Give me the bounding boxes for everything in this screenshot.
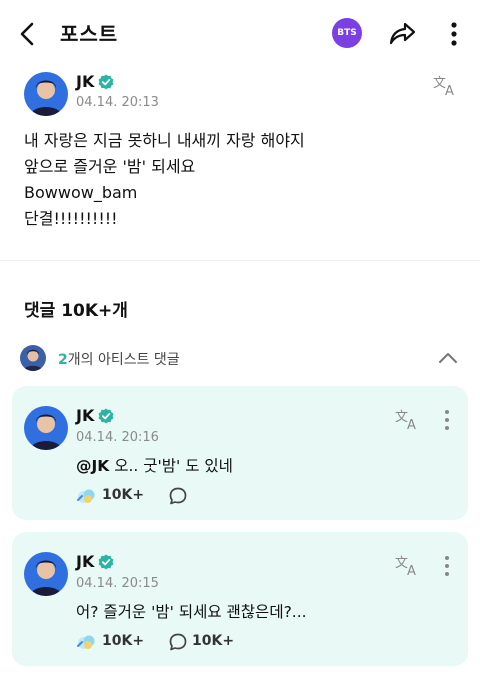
- svg-text:A: A: [445, 84, 454, 98]
- like-icon: [77, 489, 95, 503]
- comment-text: @JK 오.. 굿'밤' 도 있네: [76, 454, 233, 476]
- svg-text:A: A: [407, 418, 416, 432]
- reply-count: 10K+: [192, 633, 235, 649]
- comment-timestamp: 04.14. 20:15: [76, 576, 159, 591]
- comment-body: 오.. 굿'밤' 도 있네: [109, 457, 233, 475]
- comment-icon: [169, 487, 187, 505]
- more-vertical-icon[interactable]: [444, 18, 464, 50]
- community-badge[interactable]: BTS: [332, 18, 362, 48]
- artist-comments-text: 개의 아티스트 댓글: [67, 352, 180, 368]
- like-count: 10K+: [102, 487, 145, 503]
- post-timestamp: 04.14. 20:13: [76, 95, 159, 110]
- verified-icon: [98, 74, 114, 90]
- like-button[interactable]: 10K+: [76, 630, 156, 654]
- comment-author-name[interactable]: JK: [76, 552, 94, 571]
- comment-icon: [169, 633, 187, 651]
- share-icon[interactable]: [387, 17, 419, 49]
- comment-text: 어? 즐거운 '밤' 되세요 괜찮은데?...: [76, 600, 307, 622]
- avatar: [20, 345, 46, 371]
- translate-icon[interactable]: 文 A: [432, 74, 460, 98]
- verified-icon: [98, 554, 114, 570]
- artist-comments-label: 2개의 아티스트 댓글: [58, 349, 180, 369]
- artist-comments-toggle[interactable]: 2개의 아티스트 댓글: [0, 340, 480, 376]
- comment-card: JK 04.14. 20:16 文 A @JK 오.. 굿'밤' 도 있네 10…: [12, 386, 468, 520]
- comment-timestamp: 04.14. 20:16: [76, 430, 159, 445]
- post-line: 내 자랑은 지금 못하니 내새끼 자랑 해야지: [24, 131, 305, 150]
- more-vertical-icon[interactable]: [442, 554, 452, 578]
- comment-author-name[interactable]: JK: [76, 406, 94, 425]
- like-icon: [77, 635, 95, 649]
- like-count: 10K+: [102, 633, 145, 649]
- page-title: 포스트: [60, 22, 119, 46]
- artist-comment-count: 2: [58, 352, 68, 368]
- back-arrow-icon[interactable]: [14, 20, 42, 48]
- more-vertical-icon[interactable]: [442, 408, 452, 432]
- verified-icon: [98, 408, 114, 424]
- comment-card: JK 04.14. 20:15 文 A 어? 즐거운 '밤' 되세요 괜찮은데?…: [12, 532, 468, 666]
- reply-button[interactable]: 10K+: [168, 630, 248, 654]
- mention[interactable]: @JK: [76, 457, 109, 475]
- chevron-up-icon[interactable]: [436, 348, 460, 368]
- divider: [0, 260, 480, 261]
- svg-text:A: A: [407, 564, 416, 578]
- post-author-name[interactable]: JK: [76, 72, 94, 91]
- comments-count-heading: 댓글 10K+개: [24, 301, 128, 321]
- avatar[interactable]: [24, 552, 68, 596]
- avatar[interactable]: [24, 406, 68, 450]
- reply-button[interactable]: [168, 484, 192, 508]
- translate-icon[interactable]: 文 A: [394, 554, 422, 578]
- comment-body: 어? 즐거운 '밤' 되세요 괜찮은데?...: [76, 603, 307, 621]
- post-line: 앞으로 즐거운 '밤' 되세요: [24, 157, 196, 176]
- translate-icon[interactable]: 文 A: [394, 408, 422, 432]
- avatar[interactable]: [24, 72, 68, 116]
- like-button[interactable]: 10K+: [76, 484, 156, 508]
- top-bar: 포스트 BTS: [0, 0, 480, 64]
- post-line: 단결!!!!!!!!!!: [24, 209, 118, 228]
- post-line: Bowwow_bam: [24, 183, 138, 202]
- post-body: 내 자랑은 지금 못하니 내새끼 자랑 해야지 앞으로 즐거운 '밤' 되세요 …: [24, 128, 305, 232]
